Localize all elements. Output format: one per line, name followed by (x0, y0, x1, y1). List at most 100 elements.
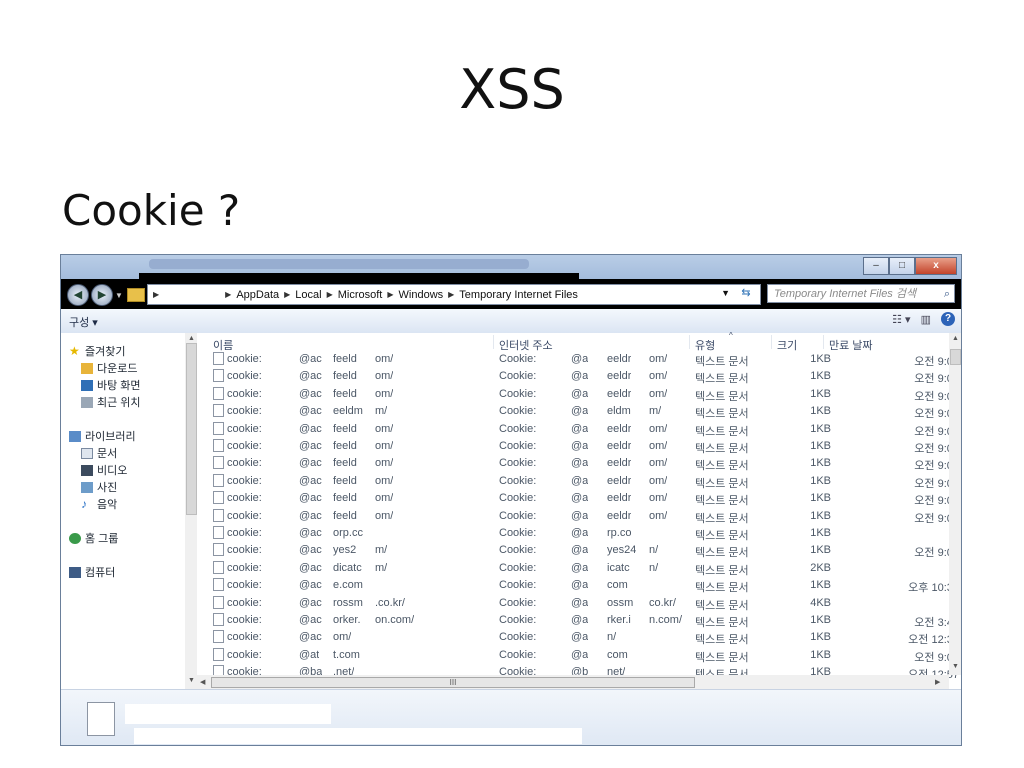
change-view-button[interactable]: ☷ ▾ (892, 313, 910, 326)
maximize-button[interactable]: □ (889, 257, 915, 275)
name-user: @ac (299, 387, 322, 400)
scroll-up-icon[interactable]: ▲ (952, 335, 959, 342)
file-row[interactable]: cookie: @ac feeld om/Cookie: @a eeldr om/텍스트 문… (197, 438, 959, 455)
nav-downloads[interactable]: 다운로드 (81, 360, 137, 376)
nav-favorites[interactable]: ★ 즐겨찾기 (69, 343, 125, 359)
nav-buttons: ◀ ▶ ▼ (67, 284, 149, 306)
column-divider[interactable] (689, 335, 690, 349)
file-row[interactable]: cookie: @ac feeld om/Cookie: @a eeldr om/텍스트 문… (197, 386, 959, 403)
name-path: om/ (375, 353, 394, 365)
address-dropdown-icon[interactable]: ▼ (721, 288, 730, 298)
forward-button[interactable]: ▶ (91, 284, 113, 306)
address-domain: rp.co (607, 527, 632, 539)
nav-scrollbar[interactable]: ▲ ▼ (185, 333, 197, 689)
back-button[interactable]: ◀ (67, 284, 89, 306)
minimize-button[interactable]: – (863, 257, 889, 275)
file-row[interactable]: cookie: @ac feeld om/Cookie: @a eeldr om/텍스트 문… (197, 490, 959, 507)
nav-scroll-thumb[interactable] (186, 343, 197, 515)
homegroup-icon (69, 532, 81, 544)
file-row[interactable]: cookie: @ac eeldm m/Cookie: @a eldm m/텍스트 문서 1K… (197, 403, 959, 420)
file-row[interactable]: cookie: @ac om/Cookie: @a n/텍스트 문서 1KB 오전 12:3… (197, 629, 959, 646)
file-row[interactable]: cookie: @ac feeld om/Cookie: @a eeldr om/텍스트 문… (197, 421, 959, 438)
breadcrumb-microsoft[interactable]: Microsoft (338, 289, 383, 301)
file-row[interactable]: cookie: @ac feeld om/Cookie: @a eeldr om/텍스트 문… (197, 508, 959, 525)
recent-pages-dropdown[interactable]: ▼ (115, 291, 123, 300)
breadcrumb-arrow-icon[interactable]: ▶ (225, 290, 231, 299)
organize-menu[interactable]: 구성 ▾ (69, 314, 98, 330)
nav-recent-places[interactable]: 최근 위치 (81, 394, 141, 410)
nav-computer[interactable]: 컴퓨터 (69, 564, 115, 580)
file-row[interactable]: cookie: @ac dicatc m/Cookie: @a icatc n/텍스트 문서… (197, 560, 949, 577)
nav-libraries[interactable]: 라이브러리 (69, 428, 136, 444)
scroll-left-icon[interactable]: ◀ (200, 678, 205, 686)
type-cell: 텍스트 문서 (695, 390, 749, 403)
nav-videos[interactable]: 비디오 (81, 462, 127, 478)
file-row[interactable]: cookie: @ac feeld om/Cookie: @a eeldr om/텍스트 문… (197, 455, 959, 472)
address-user: @a (571, 387, 589, 400)
nav-homegroup[interactable]: 홈 그룹 (69, 530, 118, 546)
nav-documents[interactable]: 문서 (81, 445, 117, 461)
file-row[interactable]: cookie: @ac orker. on.com/Cookie: @a rker.i n.… (197, 612, 959, 629)
column-divider[interactable] (493, 335, 494, 349)
scroll-down-icon[interactable]: ▼ (188, 677, 195, 684)
pictures-icon (81, 481, 93, 493)
scroll-down-icon[interactable]: ▼ (952, 663, 959, 670)
scroll-up-icon[interactable]: ▲ (188, 335, 195, 342)
file-row[interactable]: cookie: @ac yes2 m/Cookie: @a yes24 n/텍스트 문서 1K… (197, 542, 959, 559)
nav-music[interactable]: ♪ 음악 (81, 496, 117, 512)
close-button[interactable]: x (915, 257, 957, 275)
column-divider[interactable] (771, 335, 772, 349)
name-user: @ac (299, 544, 322, 557)
name-domain: om/ (333, 631, 352, 644)
breadcrumb-arrow-icon[interactable]: ▶ (153, 290, 159, 299)
size-cell: 1KB (810, 509, 831, 522)
file-list: 이름 인터넷 주소 유형 ^ 크기 만료 날짜 cookie: @ac feeld o… (197, 331, 961, 689)
breadcrumb-arrow-icon[interactable]: ▶ (387, 290, 393, 299)
search-icon[interactable]: ⌕ (944, 285, 950, 304)
breadcrumb-appdata[interactable]: AppData (236, 289, 279, 301)
preview-pane-icon[interactable]: ▥ (921, 313, 931, 326)
address-user: @a (571, 561, 589, 574)
name-prefix: cookie: (227, 579, 262, 592)
address-path: om/ (649, 457, 668, 470)
breadcrumb-temporary-internet-files[interactable]: Temporary Internet Files (459, 289, 578, 301)
size-cell: 1KB (810, 440, 831, 452)
address-user: @a (571, 527, 589, 539)
file-row[interactable]: cookie: @ac feeld om/Cookie: @a eeldr om/텍스트 문… (197, 368, 959, 385)
nav-desktop[interactable]: 바탕 화면 (81, 377, 141, 393)
size-cell: 4KB (810, 596, 831, 609)
file-row[interactable]: cookie: @ac rossm .co.kr/Cookie: @a ossm co.kr… (197, 595, 949, 612)
help-icon[interactable]: ? (941, 312, 955, 326)
breadcrumb-local[interactable]: Local (295, 289, 321, 301)
file-row[interactable]: cookie: @ac orp.cc Cookie: @a rp.co 텍스트 문서 1KB (197, 525, 949, 542)
column-divider[interactable] (823, 335, 824, 349)
address-bar[interactable]: ▶ ▶ AppData ▶ Local ▶ Microsoft ▶ Window… (147, 284, 761, 305)
text-file-icon (213, 439, 224, 452)
name-domain: feeld (333, 509, 357, 522)
horizontal-scroll-thumb[interactable]: III (211, 677, 695, 688)
horizontal-scrollbar[interactable]: ◀ III ▶ (197, 675, 949, 689)
text-file-icon (213, 543, 224, 557)
file-row[interactable]: cookie: @ac feeld om/Cookie: @a eeldr om/텍스트 문… (197, 473, 959, 490)
breadcrumb-arrow-icon[interactable]: ▶ (327, 290, 333, 299)
name-domain: feeld (333, 474, 357, 487)
name-prefix: cookie: (227, 440, 262, 452)
text-file-icon (213, 352, 224, 365)
address-domain: eeldr (607, 422, 632, 435)
name-prefix: cookie: (227, 422, 262, 435)
scroll-right-icon[interactable]: ▶ (935, 678, 940, 686)
nav-pictures[interactable]: 사진 (81, 479, 117, 495)
breadcrumb-arrow-icon[interactable]: ▶ (448, 290, 454, 299)
file-row[interactable]: cookie: @ac e.com Cookie: @a com 텍스트 문서 1KB 오후 1… (197, 577, 959, 594)
address-user: @a (571, 648, 589, 661)
search-input[interactable]: Temporary Internet Files 검색 ⌕ (767, 284, 955, 303)
file-list-scrollbar[interactable]: ▲ ▼ (949, 333, 961, 675)
breadcrumb-arrow-icon[interactable]: ▶ (284, 290, 290, 299)
address-prefix: Cookie: (499, 596, 537, 609)
file-row[interactable]: cookie: @ac feeld om/Cookie: @a eeldr om/텍스트 문… (197, 351, 959, 368)
refresh-icon[interactable]: ⇆ (736, 286, 756, 302)
file-list-scroll-thumb[interactable] (950, 349, 961, 365)
breadcrumb-windows[interactable]: Windows (399, 289, 444, 301)
address-prefix: Cookie: (499, 527, 537, 539)
file-row[interactable]: cookie: @at t.com Cookie: @a com 텍스트 문서 1KB 오전 9… (197, 647, 959, 664)
